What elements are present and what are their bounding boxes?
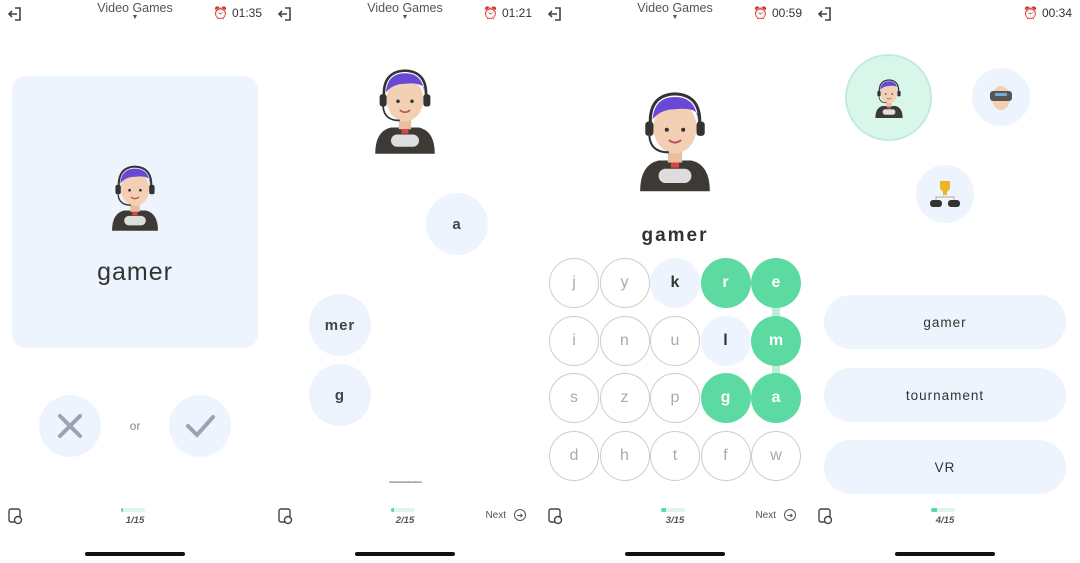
progress-bar	[931, 508, 955, 512]
letter-tile[interactable]: h	[599, 430, 650, 481]
target-word: gamer	[641, 225, 709, 246]
timer: ⏰ 00:59	[753, 6, 802, 20]
timer-value: 01:35	[231, 6, 262, 20]
letter-tile[interactable]: w	[751, 430, 801, 481]
screen-flashcard: Video Games ▼ ⏰ 01:35 gamer or 1/15	[0, 0, 270, 563]
gamer-avatar-image	[108, 156, 162, 238]
image-option-gamer[interactable]	[845, 54, 932, 141]
letter-tile[interactable]: s	[549, 373, 599, 423]
home-indicator	[625, 552, 725, 556]
timer: ⏰ 00:34	[1023, 6, 1072, 20]
flashcard-word: gamer	[97, 258, 173, 286]
next-label: Next	[755, 509, 776, 521]
timer-value: 00:59	[771, 6, 802, 20]
progress-bar	[121, 508, 145, 512]
check-icon	[186, 415, 215, 438]
answer-blanks: _____	[389, 468, 421, 483]
timer-value: 01:21	[501, 6, 532, 20]
letter-tile[interactable]: f	[700, 430, 751, 481]
progress-bar	[391, 508, 415, 512]
letter-grid: jykre inulm szpga dhtfw	[549, 258, 801, 481]
alarm-clock-icon: ⏰	[483, 6, 498, 20]
exit-icon[interactable]	[816, 5, 834, 23]
arrow-right-circle-icon: ➜	[784, 509, 796, 521]
arrow-right-circle-icon: ➜	[514, 509, 526, 521]
letter-tile[interactable]: m	[751, 315, 801, 366]
home-indicator	[895, 552, 995, 556]
letter-tile[interactable]: k	[650, 258, 700, 308]
letter-tile[interactable]: i	[549, 315, 599, 366]
image-option-tournament[interactable]	[916, 165, 974, 223]
screen-image-match: ⏰ 00:34 gamer tournament VR 4/15	[810, 0, 1080, 563]
gamer-avatar-image	[873, 74, 905, 122]
next-button[interactable]: Next ➜	[485, 509, 526, 521]
alarm-clock-icon: ⏰	[753, 6, 768, 20]
alarm-clock-icon: ⏰	[1023, 6, 1038, 20]
home-indicator	[355, 552, 455, 556]
next-button[interactable]: Next ➜	[755, 509, 796, 521]
letter-tile[interactable]: l	[700, 315, 751, 366]
syllable-bubble[interactable]: mer	[309, 294, 371, 356]
letter-tile[interactable]: d	[549, 430, 599, 481]
timer: ⏰ 01:35	[213, 6, 262, 20]
letter-tile[interactable]: r	[700, 258, 751, 308]
vr-headset-icon	[990, 86, 1012, 110]
letter-tile[interactable]: y	[599, 258, 650, 308]
progress-count: 1/15	[125, 515, 145, 526]
progress-bar	[661, 508, 685, 512]
letter-tile[interactable]: z	[599, 373, 650, 423]
syllable-bubble[interactable]: g	[309, 364, 371, 426]
letter-tile[interactable]: a	[751, 373, 801, 423]
flashcard[interactable]: gamer	[12, 76, 258, 348]
x-icon	[58, 414, 82, 438]
letter-tile[interactable]: e	[751, 258, 801, 308]
trophy-controllers-icon	[930, 181, 960, 207]
wrong-button[interactable]	[39, 395, 101, 457]
screen-syllables: Video Games ▼ ⏰ 01:21 a mer g _____ 2/15 …	[270, 0, 540, 563]
answer-option[interactable]: VR	[824, 440, 1066, 494]
timer: ⏰ 01:21	[483, 6, 532, 20]
home-indicator	[85, 552, 185, 556]
alarm-clock-icon: ⏰	[213, 6, 228, 20]
letter-tile[interactable]: g	[700, 373, 751, 423]
answer-option[interactable]: gamer	[824, 295, 1066, 349]
progress-count: 4/15	[935, 515, 955, 526]
timer-value: 00:34	[1041, 6, 1072, 20]
letter-tile[interactable]: j	[549, 258, 599, 308]
letter-tile[interactable]: t	[650, 430, 700, 481]
letter-tile[interactable]: u	[650, 315, 700, 366]
gamer-avatar-image	[634, 80, 716, 200]
or-label: or	[129, 419, 141, 433]
screen-letter-grid: Video Games ▼ ⏰ 00:59 gamer jykreinulmszp…	[540, 0, 810, 563]
letter-tile[interactable]: p	[650, 373, 700, 423]
syllable-bubble[interactable]: a	[426, 193, 488, 255]
answer-option[interactable]: tournament	[824, 368, 1066, 422]
image-option-vr[interactable]	[972, 68, 1030, 126]
correct-button[interactable]	[169, 395, 231, 457]
gamer-avatar-image	[370, 58, 440, 162]
letter-tile[interactable]: n	[599, 315, 650, 366]
next-label: Next	[485, 509, 506, 521]
